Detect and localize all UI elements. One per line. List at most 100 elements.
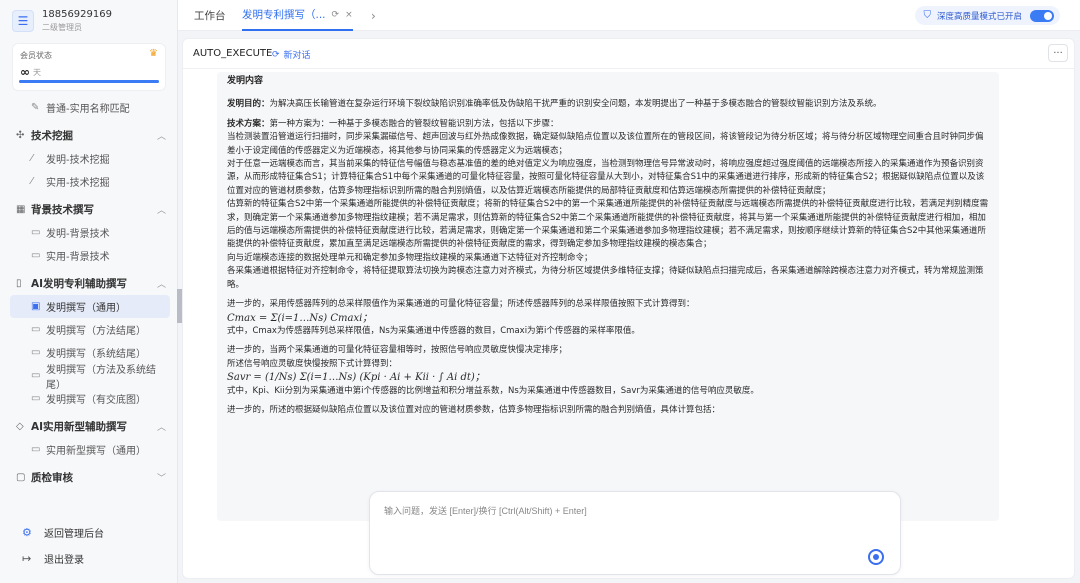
tag-icon: ◇	[16, 420, 24, 432]
sidebar-item-invention-method[interactable]: ▭ 发明撰写（方法结尾）	[10, 318, 170, 341]
admin-backend-label: 返回管理后台	[44, 528, 104, 540]
doc-paragraph: 进一步的，当两个采集通道的可量化特征容量相等时，按照信号响应灵敏度快慢决定排序；	[227, 345, 568, 356]
logout-icon: ↦	[22, 551, 32, 565]
document-icon: ▭	[31, 324, 41, 335]
new-chat-button[interactable]: ⟳ 新对话	[272, 48, 311, 62]
logout-link[interactable]: ↦ 退出登录	[22, 545, 104, 571]
chat-panel: AUTO_EXECUTE ⟳ 新对话 ··· 发明内容 发明目的：为解决高压长输…	[182, 38, 1075, 579]
sidebar-item-name-match[interactable]: ✎ 普通-实用名称匹配	[10, 96, 170, 119]
doc-heading: 发明内容	[227, 76, 264, 86]
doc-paragraph: 进一步的，采用传感器阵列的总采样限值作为采集通道的可量化特征容量；所述传感器阵列…	[227, 299, 695, 310]
magic-wand-icon: ⁄	[31, 153, 33, 164]
doc-scheme-intro: 技术方案：第一种方案为：一种基于多模态融合的管裂纹智能识别方法，包括以下步骤：	[227, 118, 989, 131]
more-button[interactable]: ···	[1048, 44, 1068, 62]
sidebar-item-utility-background[interactable]: ▭ 实用-背景技术	[10, 244, 170, 267]
member-status-card: 会员状态 ♛ ∞ 天	[12, 43, 166, 91]
chat-title: AUTO_EXECUTE	[193, 48, 273, 59]
section-title: 背景技术撰写	[31, 203, 94, 216]
chevron-up-icon: ︿	[156, 131, 166, 142]
sidebar-item-label: 发明撰写（有交底图）	[46, 395, 146, 406]
sidebar-item-utility-general[interactable]: ▭ 实用新型撰写（通用）	[10, 438, 170, 461]
member-progress-fill	[19, 80, 159, 83]
magic-wand-icon: ⁄	[31, 176, 33, 187]
formula-savr: Savr = (1/Ns) Σ(i=1…Ns) (Kpi · Ai + Kii …	[227, 372, 485, 384]
tab-scroll-right[interactable]: ›	[371, 0, 376, 31]
sidebar-item-invention-mining[interactable]: ⁄ 发明-技术挖掘	[10, 147, 170, 170]
user-profile[interactable]: ☰ 18856929169 二级管理员	[12, 9, 112, 33]
sidebar-item-invention-general[interactable]: ▣ 发明撰写（通用）	[10, 295, 170, 318]
sidebar-item-label: 普通-实用名称匹配	[46, 104, 130, 115]
sidebar-item-invention-method-system[interactable]: ▭ 发明撰写（方法及系统结尾）	[10, 364, 170, 391]
tab-label: 发明专利撰写（...	[242, 9, 326, 21]
document-icon: ▭	[31, 227, 41, 238]
sidebar: ☰ 18856929169 二级管理员 会员状态 ♛ ∞ 天 ✎ 普通-实用名称…	[0, 0, 178, 583]
document-icon: ▭	[31, 250, 41, 261]
shield-icon: ⛉	[923, 10, 931, 21]
grid-icon: ▦	[16, 203, 26, 215]
doc-purpose: 发明目的：为解决高压长输管道在复杂运行环境下裂纹缺陷识别准确率低及伪缺陷干扰严重…	[227, 98, 989, 111]
logout-label: 退出登录	[44, 554, 84, 566]
deep-mode-label: 深度高质量模式已开启	[936, 11, 1022, 22]
generated-document: 发明内容 发明目的：为解决高压长输管道在复杂运行环境下裂纹缺陷识别准确率低及伪缺…	[217, 72, 999, 521]
doc-paragraph: 进一步的，所述的根据疑似缺陷点位置以及该位置对应的管道材质参数，估算多物理指标识…	[227, 404, 721, 415]
send-icon	[873, 554, 879, 560]
document-icon: ▭	[31, 444, 41, 455]
doc-paragraph: 式中，Cmax为传感器阵列总采样限值，Ns为采集通道中传感器的数目，Cmaxi为…	[227, 325, 640, 336]
purpose-label: 发明目的：	[227, 99, 270, 110]
section-title: 质检审核	[31, 471, 73, 484]
section-ai-invention-writing[interactable]: ▯ AI发明专利辅助撰写 ︿	[10, 271, 170, 295]
tab-workbench[interactable]: 工作台	[194, 0, 226, 31]
document-icon: ▭	[31, 393, 41, 404]
user-phone: 18856929169	[42, 9, 112, 20]
clipboard-icon: ▢	[16, 471, 26, 483]
avatar: ☰	[12, 10, 34, 32]
sidebar-item-invention-background[interactable]: ▭ 发明-背景技术	[10, 221, 170, 244]
doc-paragraph: 所述信号响应灵敏度快慢按照下式计算得到：	[227, 358, 398, 369]
section-quality-review[interactable]: ▢ 质检审核 ﹀	[10, 465, 170, 489]
doc-paragraph: 各采集通道根据特征对齐控制命令，将特征提取算法切换为跨模态注意力对齐模式，为待分…	[227, 266, 984, 290]
deep-mode-toggle[interactable]	[1030, 9, 1054, 22]
chevron-up-icon: ︿	[156, 205, 166, 216]
section-ai-utility-writing[interactable]: ◇ AI实用新型辅助撰写 ︿	[10, 414, 170, 438]
doc-paragraph: 向与近端模态连接的数据处理单元和确定参加多物理指纹建模的采集通道下达特征对齐控制…	[227, 252, 593, 263]
tab-invention-writing[interactable]: 发明专利撰写（... ⟳ ×	[242, 0, 353, 31]
message-input[interactable]	[384, 504, 884, 534]
pencil-icon: ✎	[31, 102, 40, 113]
section-background-writing[interactable]: ▦ 背景技术撰写 ︿	[10, 197, 170, 221]
doc-paragraph: 对于任意一远端模态而言，其当前采集的特征信号幅值与稳态基准值的差的绝对值定义为响…	[227, 159, 985, 196]
book-icon: ▣	[31, 301, 41, 312]
sidebar-item-utility-mining[interactable]: ⁄ 实用-技术挖掘	[10, 170, 170, 193]
send-button[interactable]	[868, 549, 884, 565]
member-status-label: 会员状态	[20, 51, 52, 60]
member-days-value: ∞	[20, 65, 30, 79]
section-title: AI实用新型辅助撰写	[31, 420, 128, 433]
sidebar-item-label: 发明撰写（通用）	[46, 303, 126, 314]
menu-icon: ☰	[17, 14, 29, 28]
section-title: AI发明专利辅助撰写	[31, 277, 128, 290]
admin-backend-link[interactable]: ⚙ 返回管理后台	[22, 519, 104, 545]
scheme-intro-text: 第一种方案为：一种基于多模态融合的管裂纹智能识别方法，包括以下步骤：	[269, 118, 559, 129]
refresh-icon[interactable]: ⟳	[332, 10, 340, 20]
deep-mode-switch[interactable]: ⛉ 深度高质量模式已开启	[915, 6, 1060, 25]
sidebar-item-label: 发明-技术挖掘	[46, 155, 110, 166]
sidebar-item-label: 发明-背景技术	[46, 229, 110, 240]
document-icon: ▯	[16, 277, 22, 289]
section-tech-mining[interactable]: ✣ 技术挖掘 ︿	[10, 123, 170, 147]
sparkle-icon: ✣	[16, 129, 25, 141]
new-chat-label: 新对话	[283, 51, 311, 61]
doc-paragraph: 估算新的特征集合S2中第一个采集通道所能提供的补偿特征贡献度；将新的特征集合S2…	[227, 199, 989, 250]
chevron-up-icon: ︿	[156, 422, 166, 433]
gear-icon: ⚙	[22, 525, 32, 539]
sidebar-item-invention-with-drawing[interactable]: ▭ 发明撰写（有交底图）	[10, 387, 170, 410]
sidebar-item-label: 发明撰写（系统结尾）	[46, 349, 146, 360]
section-title: 技术挖掘	[31, 129, 73, 142]
scheme-label: 技术方案：	[227, 118, 270, 129]
sidebar-nav: ✎ 普通-实用名称匹配 ✣ 技术挖掘 ︿ ⁄ 发明-技术挖掘 ⁄ 实用-技术挖掘…	[10, 96, 170, 489]
crown-icon: ♛	[149, 48, 158, 59]
member-progress-bar	[19, 80, 159, 83]
formula-cmax: Cmax = Σ(i=1…Ns) Cmaxi；	[227, 312, 373, 324]
close-icon[interactable]: ×	[345, 10, 353, 20]
sidebar-item-label: 发明撰写（方法及系统结尾）	[46, 364, 156, 391]
sidebar-item-label: 发明撰写（方法结尾）	[46, 326, 146, 337]
document-icon: ▭	[31, 347, 41, 358]
